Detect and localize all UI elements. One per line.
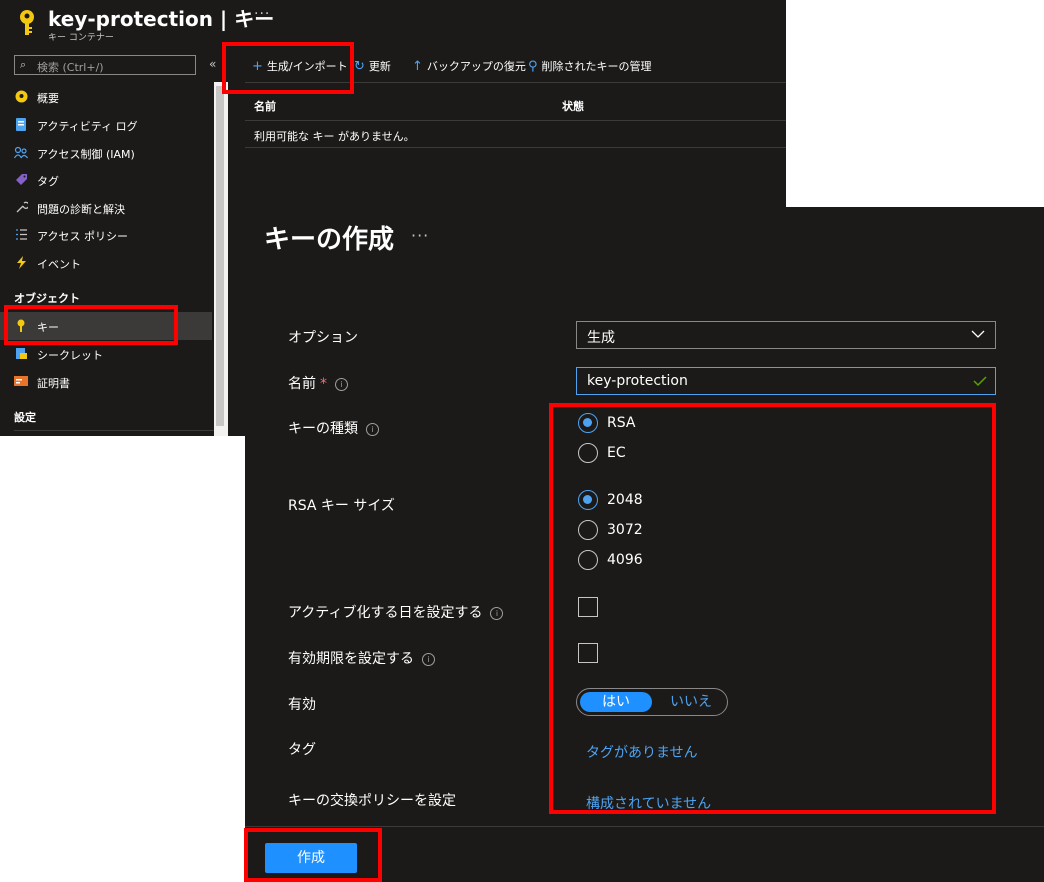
activity-log-icon (14, 118, 28, 132)
page-subtitle: キー コンテナー (48, 33, 114, 43)
options-dropdown[interactable]: 生成 (576, 321, 996, 349)
options-label: オプション (288, 330, 358, 346)
info-icon[interactable]: i (490, 606, 504, 620)
sidebar-item-tags[interactable]: タグ (0, 167, 212, 193)
divider (14, 430, 214, 431)
required-mark: * (320, 376, 327, 392)
divider (245, 826, 1044, 827)
search-icon: ⌕ (20, 58, 27, 71)
sidebar-item-label: アクセス ポリシー (37, 230, 128, 243)
info-icon[interactable]: i (366, 422, 379, 436)
enabled-label: 有効 (288, 697, 316, 713)
sidebar-item-label: アクティビティ ログ (37, 120, 138, 133)
more-options-icon[interactable]: ··· (411, 226, 429, 245)
expiration-label-text: 有効期限を設定する (288, 651, 414, 667)
sidebar-item-label: 証明書 (37, 377, 70, 390)
activation-label-text: アクティブ化する日を設定する (288, 605, 483, 621)
chevron-down-icon (971, 330, 985, 338)
search-placeholder: 検索 (Ctrl+/) (37, 61, 104, 74)
column-header-name[interactable]: 名前 (254, 98, 276, 114)
collapse-sidebar-icon[interactable]: « (209, 57, 216, 71)
refresh-label: 更新 (368, 60, 391, 73)
divider (245, 120, 786, 121)
options-selected-value: 生成 (587, 330, 615, 346)
rsa-key-size-label: RSA キー サイズ (288, 498, 395, 514)
sidebar-item-activity-log[interactable]: アクティビティ ログ (0, 112, 212, 138)
highlight-box-generate-import (222, 42, 354, 94)
column-header-status[interactable]: 状態 (562, 98, 584, 114)
empty-list-message: 利用可能な キー がありません。 (254, 130, 415, 143)
sidebar-scrollbar-thumb[interactable] (216, 86, 224, 426)
sidebar-item-events[interactable]: イベント (0, 250, 212, 276)
more-options-icon[interactable]: ··· (254, 6, 270, 22)
sidebar-item-label: シークレット (37, 349, 103, 362)
key-type-label: キーの種類 i (288, 418, 379, 438)
highlight-box-key-options (549, 403, 996, 814)
policy-icon (14, 228, 28, 242)
rotation-policy-label: キーの交換ポリシーを設定 (288, 793, 456, 809)
info-icon[interactable]: i (335, 377, 348, 391)
highlight-box-create-button (244, 828, 382, 882)
sidebar-section-settings: 設定 (14, 411, 36, 424)
search-input[interactable]: ⌕ 検索 (Ctrl+/) (14, 55, 196, 75)
upload-icon: ↑ (412, 59, 423, 74)
highlight-box-keys-nav (4, 305, 178, 345)
sidebar-section-objects: オブジェクト (14, 292, 80, 305)
key-vault-icon (20, 10, 34, 35)
refresh-icon: ↻ (354, 59, 365, 74)
sidebar-item-certificates[interactable]: 証明書 (0, 369, 212, 395)
iam-icon (13, 146, 28, 160)
refresh-button[interactable]: ↻ 更新 (354, 58, 391, 74)
sidebar-item-label: 概要 (37, 92, 59, 105)
sidebar-item-access-policies[interactable]: アクセス ポリシー (0, 222, 212, 248)
sidebar-item-label: イベント (37, 258, 81, 271)
certificate-icon (14, 375, 28, 389)
sidebar-item-diagnose[interactable]: 問題の診断と解決 (0, 195, 212, 221)
dialog-title: キーの作成 (264, 225, 395, 255)
tags-label: タグ (288, 742, 316, 758)
name-label: 名前 * i (288, 373, 348, 393)
sidebar-item-overview[interactable]: 概要 (0, 84, 212, 110)
restore-backup-button[interactable]: ↑ バックアップの復元 (412, 58, 526, 74)
divider (245, 147, 786, 148)
restore-backup-label: バックアップの復元 (426, 60, 526, 73)
wrench-icon (14, 201, 30, 215)
wrench-icon: ⚲ (528, 59, 538, 74)
manage-deleted-label: 削除されたキーの管理 (541, 60, 652, 73)
sidebar-item-label: 問題の診断と解決 (37, 203, 125, 216)
sidebar-item-iam[interactable]: アクセス制御 (IAM) (0, 140, 212, 166)
secret-icon (14, 347, 28, 361)
sidebar-item-label: タグ (37, 175, 59, 188)
key-name-value: key-protection (587, 373, 688, 389)
expiration-date-label: 有効期限を設定する i (288, 648, 435, 668)
activation-date-label: アクティブ化する日を設定する i (288, 602, 504, 622)
page-title: key-protection | キー (48, 7, 275, 31)
overview-icon (14, 90, 28, 104)
manage-deleted-keys-button[interactable]: ⚲ 削除されたキーの管理 (528, 58, 652, 74)
name-label-text: 名前 (288, 376, 316, 392)
info-icon[interactable]: i (422, 652, 435, 666)
key-type-label-text: キーの種類 (288, 421, 358, 437)
sidebar-item-label: アクセス制御 (IAM) (37, 148, 135, 161)
key-name-input[interactable]: key-protection (576, 367, 996, 395)
tag-icon (14, 173, 28, 187)
lightning-icon (14, 256, 28, 270)
check-icon (973, 376, 987, 387)
